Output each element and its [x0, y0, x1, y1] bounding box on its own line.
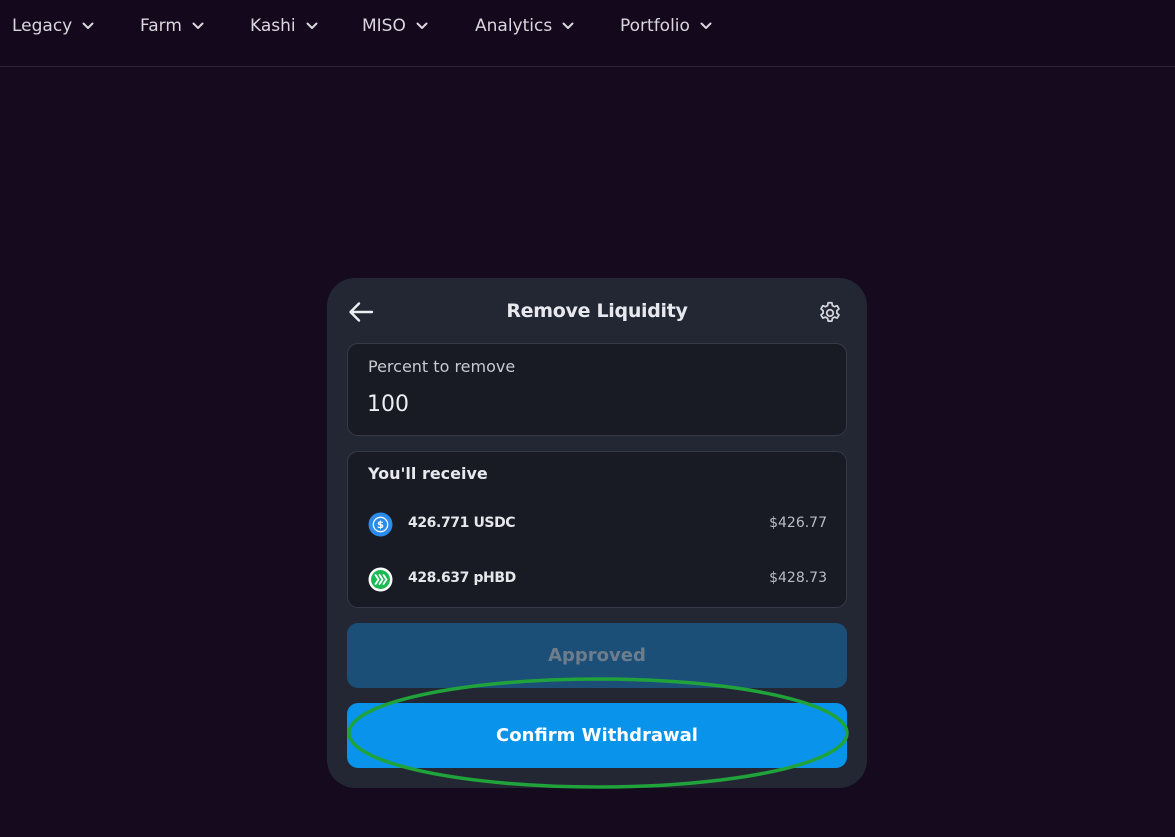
approved-button[interactable]: Approved — [347, 623, 847, 688]
receive-title: You'll receive — [368, 464, 488, 483]
chevron-down-icon — [306, 22, 318, 29]
nav-item-label: Analytics — [475, 16, 553, 36]
token-row-phbd: 428.637 pHBD $428.73 — [368, 565, 827, 593]
chevron-down-icon — [562, 22, 574, 29]
chevron-down-icon — [700, 22, 712, 29]
token-usd-value: $428.73 — [769, 570, 827, 586]
token-amount: 428.637 pHBD — [408, 570, 516, 586]
percent-input[interactable] — [367, 388, 807, 420]
token-row-usdc: $ 426.771 USDC $426.77 — [368, 510, 827, 538]
nav-item-farm[interactable]: Farm — [140, 14, 204, 38]
chevron-down-icon — [416, 22, 428, 29]
svg-text:$: $ — [377, 520, 384, 531]
chevron-down-icon — [192, 22, 204, 29]
usdc-token-icon: $ — [368, 512, 393, 537]
token-amount: 426.771 USDC — [408, 515, 516, 531]
percent-to-remove-panel: Percent to remove — [347, 343, 847, 436]
nav-item-label: Kashi — [250, 16, 296, 36]
top-navigation: Legacy Farm Kashi MISO Analytics Portfol… — [0, 0, 1175, 67]
phbd-token-icon — [368, 567, 393, 592]
nav-item-label: Legacy — [12, 16, 73, 36]
chevron-down-icon — [82, 22, 94, 29]
nav-item-legacy[interactable]: Legacy — [12, 14, 94, 38]
confirm-withdrawal-button[interactable]: Confirm Withdrawal — [347, 703, 847, 768]
nav-item-miso[interactable]: MISO — [362, 14, 428, 38]
nav-item-label: Farm — [140, 16, 182, 36]
modal-title: Remove Liquidity — [506, 300, 688, 322]
token-usd-value: $426.77 — [769, 515, 827, 531]
nav-item-label: MISO — [362, 16, 406, 36]
nav-item-portfolio[interactable]: Portfolio — [620, 14, 712, 38]
nav-item-analytics[interactable]: Analytics — [475, 14, 574, 38]
card-header: Remove Liquidity — [327, 278, 867, 344]
nav-item-kashi[interactable]: Kashi — [250, 14, 318, 38]
percent-to-remove-label: Percent to remove — [368, 357, 516, 376]
gear-icon — [820, 301, 840, 322]
nav-item-label: Portfolio — [620, 16, 690, 36]
remove-liquidity-card: Remove Liquidity Percent to remove You'l… — [327, 278, 867, 788]
settings-button[interactable] — [817, 300, 843, 326]
receive-panel: You'll receive $ 426.771 USDC $426.77 42… — [347, 451, 847, 608]
